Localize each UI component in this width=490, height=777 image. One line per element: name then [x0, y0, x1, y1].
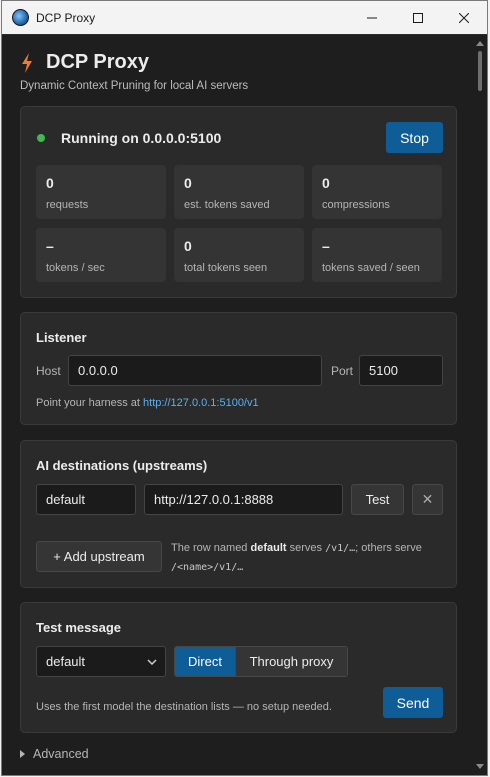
- stat-value: 0: [322, 175, 330, 191]
- listener-hint: Point your harness at http://127.0.0.1:5…: [36, 397, 259, 409]
- hint-default-name: default: [250, 542, 287, 554]
- test-message-hint: Uses the first model the destination lis…: [36, 701, 332, 713]
- close-window-button[interactable]: [441, 1, 487, 35]
- test-message-card: Test message default Direct Through prox…: [20, 602, 457, 733]
- stat-value: –: [322, 238, 330, 254]
- upstream-name-input[interactable]: default: [36, 484, 136, 515]
- destination-select[interactable]: default: [36, 646, 166, 677]
- stat-value: 0: [184, 238, 192, 254]
- stat-value: –: [46, 238, 54, 254]
- app-window: DCP Proxy DCP Proxy Dynamic Context Prun…: [1, 0, 488, 776]
- add-upstream-button[interactable]: + Add upstream: [36, 541, 162, 572]
- stat-tokens-per-sec: – tokens / sec: [36, 228, 166, 282]
- window-controls: [349, 1, 487, 35]
- upstream-url-input[interactable]: http://127.0.0.1:8888: [144, 484, 343, 515]
- port-input[interactable]: 5100: [359, 355, 443, 386]
- maximize-button[interactable]: [395, 1, 441, 35]
- hint-text: serves: [286, 542, 326, 554]
- listener-hint-text: Point your harness at: [36, 397, 144, 409]
- maximize-icon: [413, 13, 423, 23]
- stat-label: total tokens seen: [184, 262, 268, 274]
- chevron-down-icon: [147, 659, 157, 665]
- listener-card: Listener Host 0.0.0.0 Port 5100 Point yo…: [20, 312, 457, 425]
- remove-upstream-icon[interactable]: ✕: [412, 484, 443, 515]
- port-label: Port: [331, 364, 354, 378]
- advanced-label: Advanced: [33, 747, 89, 761]
- close-icon: [459, 13, 469, 23]
- scroll-down-arrow-icon[interactable]: [476, 764, 484, 769]
- expand-triangle-icon: [20, 750, 25, 758]
- status-text: Running on 0.0.0.0:5100: [61, 130, 222, 146]
- stat-requests: 0 requests: [36, 165, 166, 219]
- stat-label: est. tokens saved: [184, 199, 270, 211]
- host-input[interactable]: 0.0.0.0: [68, 355, 322, 386]
- stat-value: 0: [184, 175, 192, 191]
- app-icon: [12, 9, 29, 26]
- minimize-icon: [367, 17, 377, 19]
- hint-text: ; others serve: [355, 542, 422, 554]
- stat-label: tokens saved / seen: [322, 262, 420, 274]
- stat-est-tokens-saved: 0 est. tokens saved: [174, 165, 304, 219]
- host-label: Host: [36, 364, 61, 378]
- test-message-title: Test message: [36, 620, 122, 635]
- send-button[interactable]: Send: [383, 687, 443, 718]
- hint-text: The row named: [171, 542, 251, 554]
- upstreams-title: AI destinations (upstreams): [36, 458, 208, 473]
- stat-tokens-saved-per-seen: – tokens saved / seen: [312, 228, 442, 282]
- stat-label: tokens / sec: [46, 262, 105, 274]
- stat-total-tokens-seen: 0 total tokens seen: [174, 228, 304, 282]
- advanced-toggle[interactable]: Advanced: [20, 747, 89, 761]
- stat-compressions: 0 compressions: [312, 165, 442, 219]
- proxy-url-link[interactable]: http://127.0.0.1:5100/v1: [143, 397, 259, 409]
- minimize-button[interactable]: [349, 1, 395, 35]
- vertical-scrollbar[interactable]: [475, 39, 485, 771]
- mode-direct-button[interactable]: Direct: [175, 647, 235, 676]
- title-bar: DCP Proxy: [2, 1, 487, 35]
- hint-path-default: /v1/…: [325, 543, 356, 554]
- main-content: DCP Proxy Dynamic Context Pruning for lo…: [2, 35, 487, 775]
- hint-path-named: /<name>/v1/…: [171, 562, 244, 573]
- window-title: DCP Proxy: [36, 10, 96, 25]
- lightning-bolt-icon: [22, 52, 32, 73]
- mode-toggle: Direct Through proxy: [174, 646, 348, 677]
- stat-label: compressions: [322, 199, 390, 211]
- destination-select-value: default: [46, 654, 86, 669]
- listener-title: Listener: [36, 330, 87, 345]
- page-header: DCP Proxy Dynamic Context Pruning for lo…: [20, 51, 248, 92]
- stop-button[interactable]: Stop: [386, 122, 443, 153]
- test-upstream-button[interactable]: Test: [351, 484, 404, 515]
- page-title: DCP Proxy: [46, 51, 150, 73]
- scroll-up-arrow-icon[interactable]: [476, 41, 484, 46]
- scroll-thumb[interactable]: [478, 51, 482, 91]
- upstreams-hint: The row named default serves /v1/…; othe…: [171, 539, 451, 577]
- status-card: Running on 0.0.0.0:5100 Stop 0 requests …: [20, 106, 457, 298]
- stat-value: 0: [46, 175, 54, 191]
- page-subtitle: Dynamic Context Pruning for local AI ser…: [20, 80, 249, 92]
- mode-through-proxy-button[interactable]: Through proxy: [235, 647, 347, 676]
- status-indicator: [37, 134, 45, 142]
- upstreams-card: AI destinations (upstreams) default http…: [20, 440, 457, 588]
- stat-label: requests: [46, 199, 89, 211]
